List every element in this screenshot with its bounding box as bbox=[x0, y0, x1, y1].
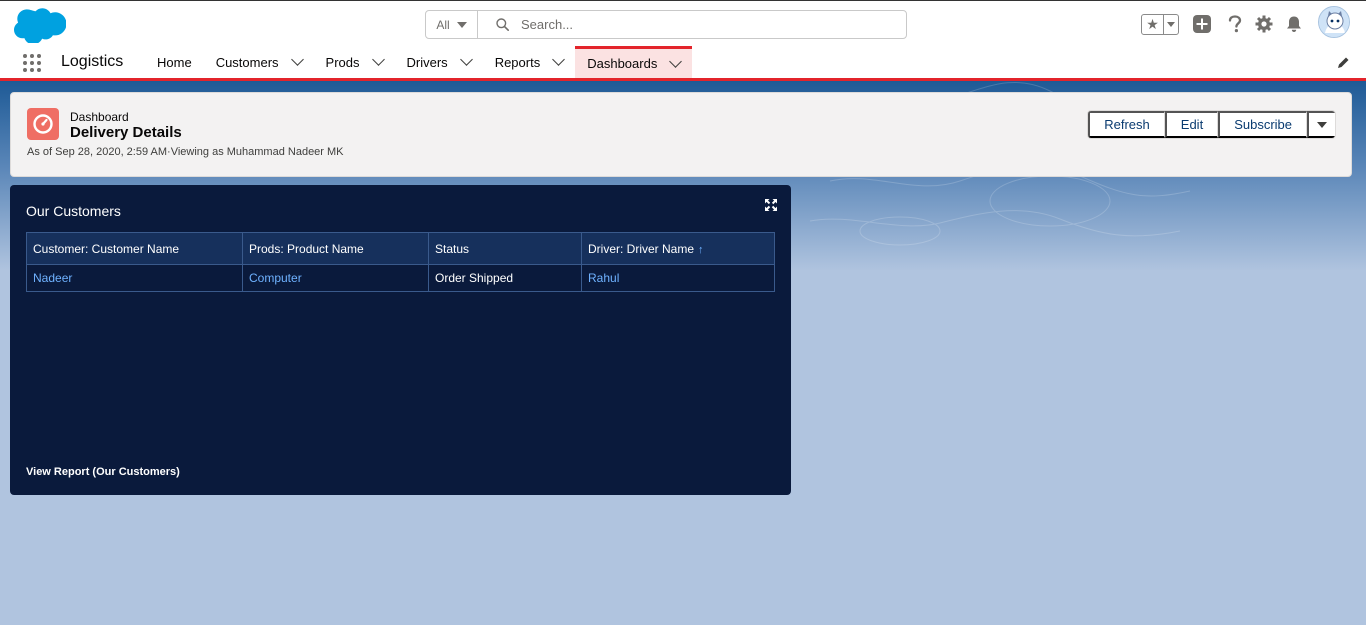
nav-item-drivers[interactable]: Drivers bbox=[395, 46, 483, 78]
nav-item-label: Customers bbox=[215, 54, 279, 70]
favorites-star-icon[interactable]: ★ bbox=[1142, 15, 1164, 34]
app-launcher-waffle-icon[interactable] bbox=[23, 54, 41, 72]
nav-item-label: Dashboards bbox=[587, 56, 658, 71]
global-header: All ★ bbox=[0, 0, 1366, 46]
edit-nav-pencil-icon[interactable] bbox=[1337, 56, 1350, 69]
driver-name-link[interactable]: Rahul bbox=[581, 264, 775, 292]
nav-item-label: Reports bbox=[494, 54, 541, 70]
view-report-link[interactable]: View Report (Our Customers) bbox=[26, 466, 180, 478]
sort-ascending-icon: ↑ bbox=[698, 243, 704, 256]
dashboard-widget-our-customers: Our Customers Customer: Customer Name Pr… bbox=[10, 185, 791, 495]
dashboard-actions: Refresh Edit Subscribe bbox=[1087, 110, 1336, 139]
search-input[interactable] bbox=[521, 17, 881, 32]
caret-down-icon bbox=[1167, 22, 1175, 27]
record-type-label: Dashboard bbox=[70, 110, 129, 124]
dashboard-gauge-icon bbox=[27, 108, 59, 140]
chevron-down-icon[interactable] bbox=[459, 53, 473, 66]
search-icon bbox=[496, 18, 509, 31]
chevron-down-icon[interactable] bbox=[552, 53, 566, 66]
expand-icon[interactable] bbox=[765, 199, 777, 211]
chevron-down-icon[interactable] bbox=[669, 54, 683, 68]
table-row: Nadeer Computer Order Shipped Rahul bbox=[26, 264, 775, 292]
global-search: All bbox=[425, 10, 907, 39]
column-header-status[interactable]: Status bbox=[428, 232, 582, 265]
widget-title: Our Customers bbox=[26, 203, 121, 219]
help-icon[interactable] bbox=[1225, 14, 1245, 34]
setup-gear-icon[interactable] bbox=[1254, 14, 1274, 34]
app-navigation-bar: Logistics Home Customers Prods Drivers R… bbox=[0, 46, 1366, 81]
edit-button[interactable]: Edit bbox=[1164, 111, 1219, 138]
salesforce-logo[interactable] bbox=[14, 7, 66, 43]
app-name: Logistics bbox=[61, 53, 124, 70]
search-scope-dropdown[interactable]: All bbox=[426, 11, 478, 38]
search-input-wrap bbox=[478, 11, 906, 38]
more-actions-button[interactable] bbox=[1307, 111, 1335, 138]
notifications-bell-icon[interactable] bbox=[1284, 14, 1304, 34]
table-header-row: Customer: Customer Name Prods: Product N… bbox=[26, 232, 775, 265]
chevron-down-icon[interactable] bbox=[290, 53, 304, 66]
caret-down-icon bbox=[456, 21, 467, 28]
column-header-label: Driver: Driver Name bbox=[588, 241, 695, 256]
customer-name-link[interactable]: Nadeer bbox=[26, 264, 243, 292]
nav-item-dashboards[interactable]: Dashboards bbox=[575, 46, 693, 78]
product-name-link[interactable]: Computer bbox=[242, 264, 429, 292]
user-avatar[interactable] bbox=[1318, 6, 1350, 38]
column-header-driver-name[interactable]: Driver: Driver Name ↑ bbox=[581, 232, 775, 265]
nav-item-prods[interactable]: Prods bbox=[314, 46, 395, 78]
dashboard-header: Dashboard Delivery Details As of Sep 28,… bbox=[10, 92, 1352, 177]
column-header-label: Prods: Product Name bbox=[249, 241, 364, 256]
nav-item-label: Home bbox=[157, 54, 192, 70]
nav-item-home[interactable]: Home bbox=[145, 46, 204, 78]
nav-item-reports[interactable]: Reports bbox=[483, 46, 576, 78]
column-header-label: Status bbox=[435, 241, 470, 256]
nav-items: Home Customers Prods Drivers Reports Das… bbox=[145, 46, 693, 78]
favorites-group: ★ bbox=[1141, 14, 1179, 35]
chevron-down-icon[interactable] bbox=[371, 53, 385, 66]
page-title: Delivery Details bbox=[70, 124, 182, 141]
column-header-customer-name[interactable]: Customer: Customer Name bbox=[26, 232, 243, 265]
report-table: Customer: Customer Name Prods: Product N… bbox=[26, 232, 775, 292]
search-scope-label: All bbox=[436, 17, 450, 32]
refresh-button[interactable]: Refresh bbox=[1088, 111, 1165, 138]
nav-item-label: Drivers bbox=[406, 54, 448, 70]
column-header-label: Customer: Customer Name bbox=[33, 241, 180, 256]
nav-item-label: Prods bbox=[325, 54, 360, 70]
status-cell: Order Shipped bbox=[428, 264, 582, 292]
column-header-product-name[interactable]: Prods: Product Name bbox=[242, 232, 429, 265]
subscribe-button[interactable]: Subscribe bbox=[1218, 111, 1307, 138]
global-actions-icon[interactable] bbox=[1192, 14, 1212, 34]
nav-item-customers[interactable]: Customers bbox=[204, 46, 314, 78]
dashboard-meta: As of Sep 28, 2020, 2:59 AM·Viewing as M… bbox=[27, 146, 344, 158]
favorites-menu-button[interactable] bbox=[1164, 15, 1178, 34]
caret-down-icon bbox=[1317, 121, 1327, 128]
